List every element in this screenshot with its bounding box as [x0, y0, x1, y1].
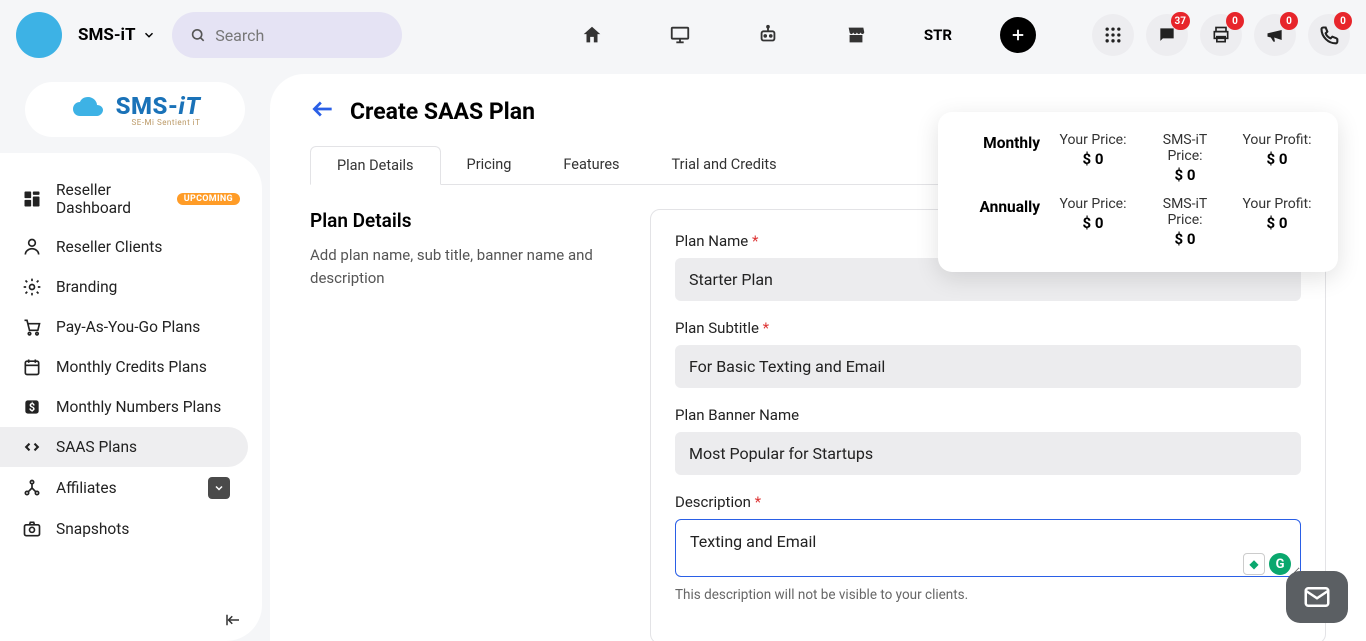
search-input[interactable]: [215, 26, 383, 45]
affiliates-icon: [22, 478, 42, 498]
page-title: Create SAAS Plan: [350, 98, 535, 125]
sidebar-item-label: Monthly Credits Plans: [56, 358, 207, 376]
tab-trial-credits[interactable]: Trial and Credits: [646, 146, 803, 184]
phone-icon[interactable]: 0: [1308, 14, 1350, 56]
chat-badge: 37: [1171, 12, 1190, 30]
brand-dropdown[interactable]: SMS-iT: [78, 25, 156, 45]
monthly-smsit-price: $ 0: [1146, 166, 1224, 184]
search-icon: [190, 26, 206, 44]
brand-label: SMS-iT: [78, 25, 136, 45]
topbar: SMS-iT STR 37 0 0 0: [0, 0, 1366, 70]
plan-subtitle-input[interactable]: [675, 345, 1301, 388]
section-title: Plan Details: [310, 209, 610, 232]
calendar-icon: [22, 357, 42, 377]
monitor-icon[interactable]: [660, 15, 700, 55]
print-icon[interactable]: 0: [1200, 14, 1242, 56]
shield-icon[interactable]: ◆: [1243, 553, 1265, 575]
clients-icon: [22, 237, 42, 257]
tab-plan-details[interactable]: Plan Details: [310, 146, 441, 185]
period-monthly: Monthly: [960, 132, 1040, 152]
dashboard-icon: [22, 189, 42, 209]
tab-features[interactable]: Features: [537, 146, 645, 184]
annual-profit: $ 0: [1238, 214, 1316, 232]
announce-badge: 0: [1280, 12, 1298, 30]
chevron-down-icon: [142, 28, 156, 42]
smsit-price-label-2: SMS-iT Price:: [1146, 196, 1224, 228]
code-icon: [22, 437, 42, 457]
sidebar-item-affiliates[interactable]: Affiliates: [0, 467, 262, 509]
logo-card[interactable]: SMS-iT SE-Mi Sentient iT: [25, 82, 245, 137]
sidebar-item-snapshots[interactable]: Snapshots: [0, 509, 262, 549]
tab-pricing[interactable]: Pricing: [441, 146, 538, 184]
sidebar-item-label: Monthly Numbers Plans: [56, 398, 221, 416]
smsit-price-label: SMS-iT Price:: [1146, 132, 1224, 164]
sidebar-item-saas-plans[interactable]: SAAS Plans: [0, 427, 248, 467]
your-price-label-2: Your Price:: [1054, 196, 1132, 212]
logo-text: SMS-iT: [116, 92, 201, 120]
store-icon[interactable]: [836, 15, 876, 55]
section-info: Plan Details Add plan name, sub title, b…: [310, 209, 610, 641]
home-icon[interactable]: [572, 15, 612, 55]
profit-label-2: Your Profit:: [1238, 196, 1316, 212]
sidebar-item-label: Branding: [56, 278, 117, 296]
dollar-icon: $: [22, 397, 42, 417]
str-label[interactable]: STR: [924, 26, 952, 44]
avatar[interactable]: [16, 12, 62, 58]
cloud-icon: [70, 96, 110, 124]
plan-subtitle-label: Plan Subtitle *: [675, 319, 1301, 337]
plan-banner-label: Plan Banner Name: [675, 406, 1301, 424]
expand-toggle[interactable]: [208, 477, 230, 499]
topbar-right: 37 0 0 0: [1092, 14, 1350, 56]
profit-label: Your Profit:: [1238, 132, 1316, 148]
monthly-your-price: $ 0: [1054, 150, 1132, 168]
description-label: Description *: [675, 493, 1301, 511]
pricing-summary: Monthly Your Price: $ 0 SMS-iT Price: $ …: [938, 112, 1338, 272]
sidebar-item-label: Reseller Clients: [56, 238, 162, 256]
mail-icon: [1302, 582, 1332, 612]
monthly-profit: $ 0: [1238, 150, 1316, 168]
description-textarea[interactable]: Texting and Email: [675, 519, 1301, 577]
announce-icon[interactable]: 0: [1254, 14, 1296, 56]
upcoming-tag: UPCOMING: [177, 193, 240, 205]
your-price-label: Your Price:: [1054, 132, 1132, 148]
sidebar-item-monthly-credits[interactable]: Monthly Credits Plans: [0, 347, 262, 387]
robot-icon[interactable]: [748, 15, 788, 55]
plan-banner-input[interactable]: [675, 432, 1301, 475]
back-arrow-icon[interactable]: [310, 96, 336, 126]
sidebar: SMS-iT SE-Mi Sentient iT Reseller Dashbo…: [0, 70, 270, 641]
sidebar-item-label: Pay-As-You-Go Plans: [56, 318, 200, 336]
section-description: Add plan name, sub title, banner name an…: [310, 244, 610, 289]
sidebar-item-label: Snapshots: [56, 520, 129, 538]
sidebar-item-branding[interactable]: Branding: [0, 267, 262, 307]
camera-icon: [22, 519, 42, 539]
sidebar-item-monthly-numbers[interactable]: $ Monthly Numbers Plans: [0, 387, 262, 427]
period-annually: Annually: [960, 196, 1040, 216]
sidebar-item-reseller-dashboard[interactable]: Reseller Dashboard UPCOMING: [0, 171, 262, 227]
phone-badge: 0: [1334, 12, 1352, 30]
sidebar-item-label: Affiliates: [56, 479, 117, 497]
annual-smsit-price: $ 0: [1146, 230, 1224, 248]
search-wrap[interactable]: [172, 12, 402, 58]
annual-your-price: $ 0: [1054, 214, 1132, 232]
sidebar-item-reseller-clients[interactable]: Reseller Clients: [0, 227, 262, 267]
topbar-center: STR: [572, 15, 1036, 55]
print-badge: 0: [1226, 12, 1244, 30]
apps-icon[interactable]: [1092, 14, 1134, 56]
sidebar-item-label: SAAS Plans: [56, 438, 137, 456]
sidebar-item-payg-plans[interactable]: Pay-As-You-Go Plans: [0, 307, 262, 347]
grammarly-icon[interactable]: G: [1269, 553, 1291, 575]
form-card: Plan Name * Plan Subtitle * Plan Banner …: [650, 209, 1326, 641]
gear-icon: [22, 277, 42, 297]
collapse-sidebar[interactable]: [224, 611, 242, 633]
chat-icon[interactable]: 37: [1146, 14, 1188, 56]
svg-text:$: $: [29, 401, 35, 414]
add-button[interactable]: [1000, 17, 1036, 53]
sidebar-item-label: Reseller Dashboard: [56, 181, 163, 217]
nav-card: Reseller Dashboard UPCOMING Reseller Cli…: [0, 153, 262, 641]
cart-icon: [22, 317, 42, 337]
description-helper: This description will not be visible to …: [675, 587, 1301, 603]
mail-fab[interactable]: [1286, 571, 1348, 623]
